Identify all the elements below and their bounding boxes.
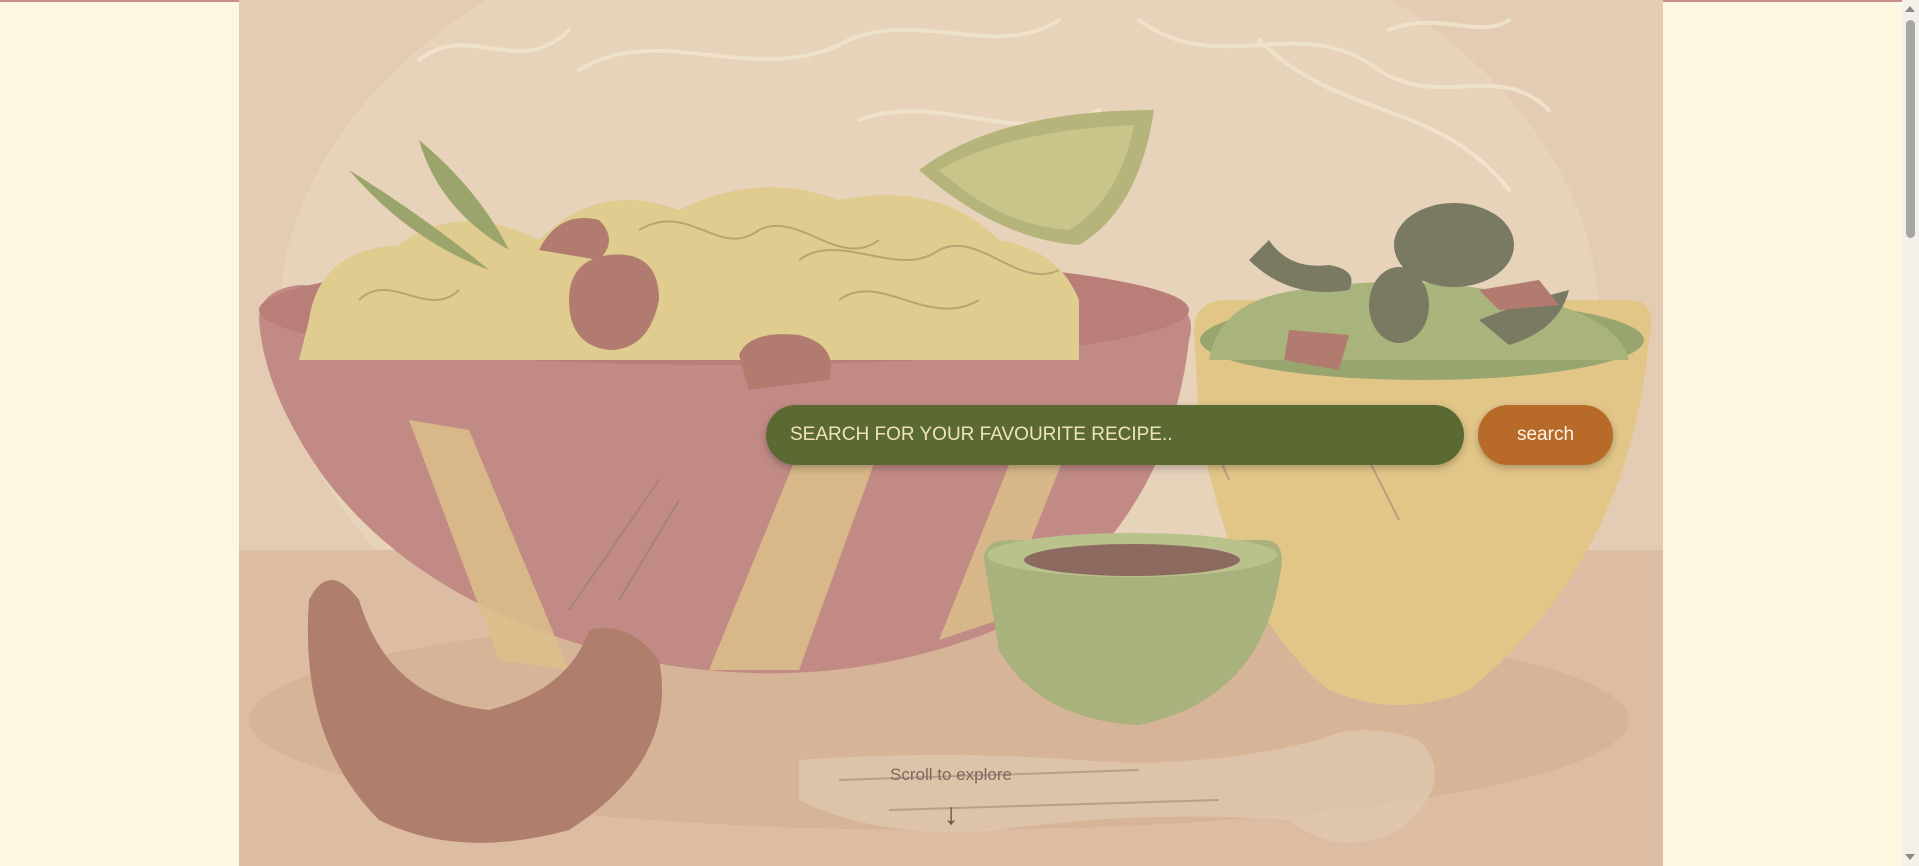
search-input[interactable] (766, 405, 1464, 465)
scrollbar-thumb[interactable] (1906, 20, 1915, 238)
search-button[interactable]: search (1478, 405, 1613, 465)
page-scrollbar[interactable] (1902, 0, 1919, 866)
scroll-down-icon[interactable] (1905, 854, 1915, 860)
search-bar: search (766, 405, 1613, 465)
scroll-up-icon[interactable] (1905, 6, 1915, 12)
down-arrow-icon[interactable]: ↓ (239, 800, 1663, 830)
scroll-hint-text: Scroll to explore (890, 765, 1012, 784)
hero-banner: search Scroll to explore ↓ (239, 0, 1663, 866)
